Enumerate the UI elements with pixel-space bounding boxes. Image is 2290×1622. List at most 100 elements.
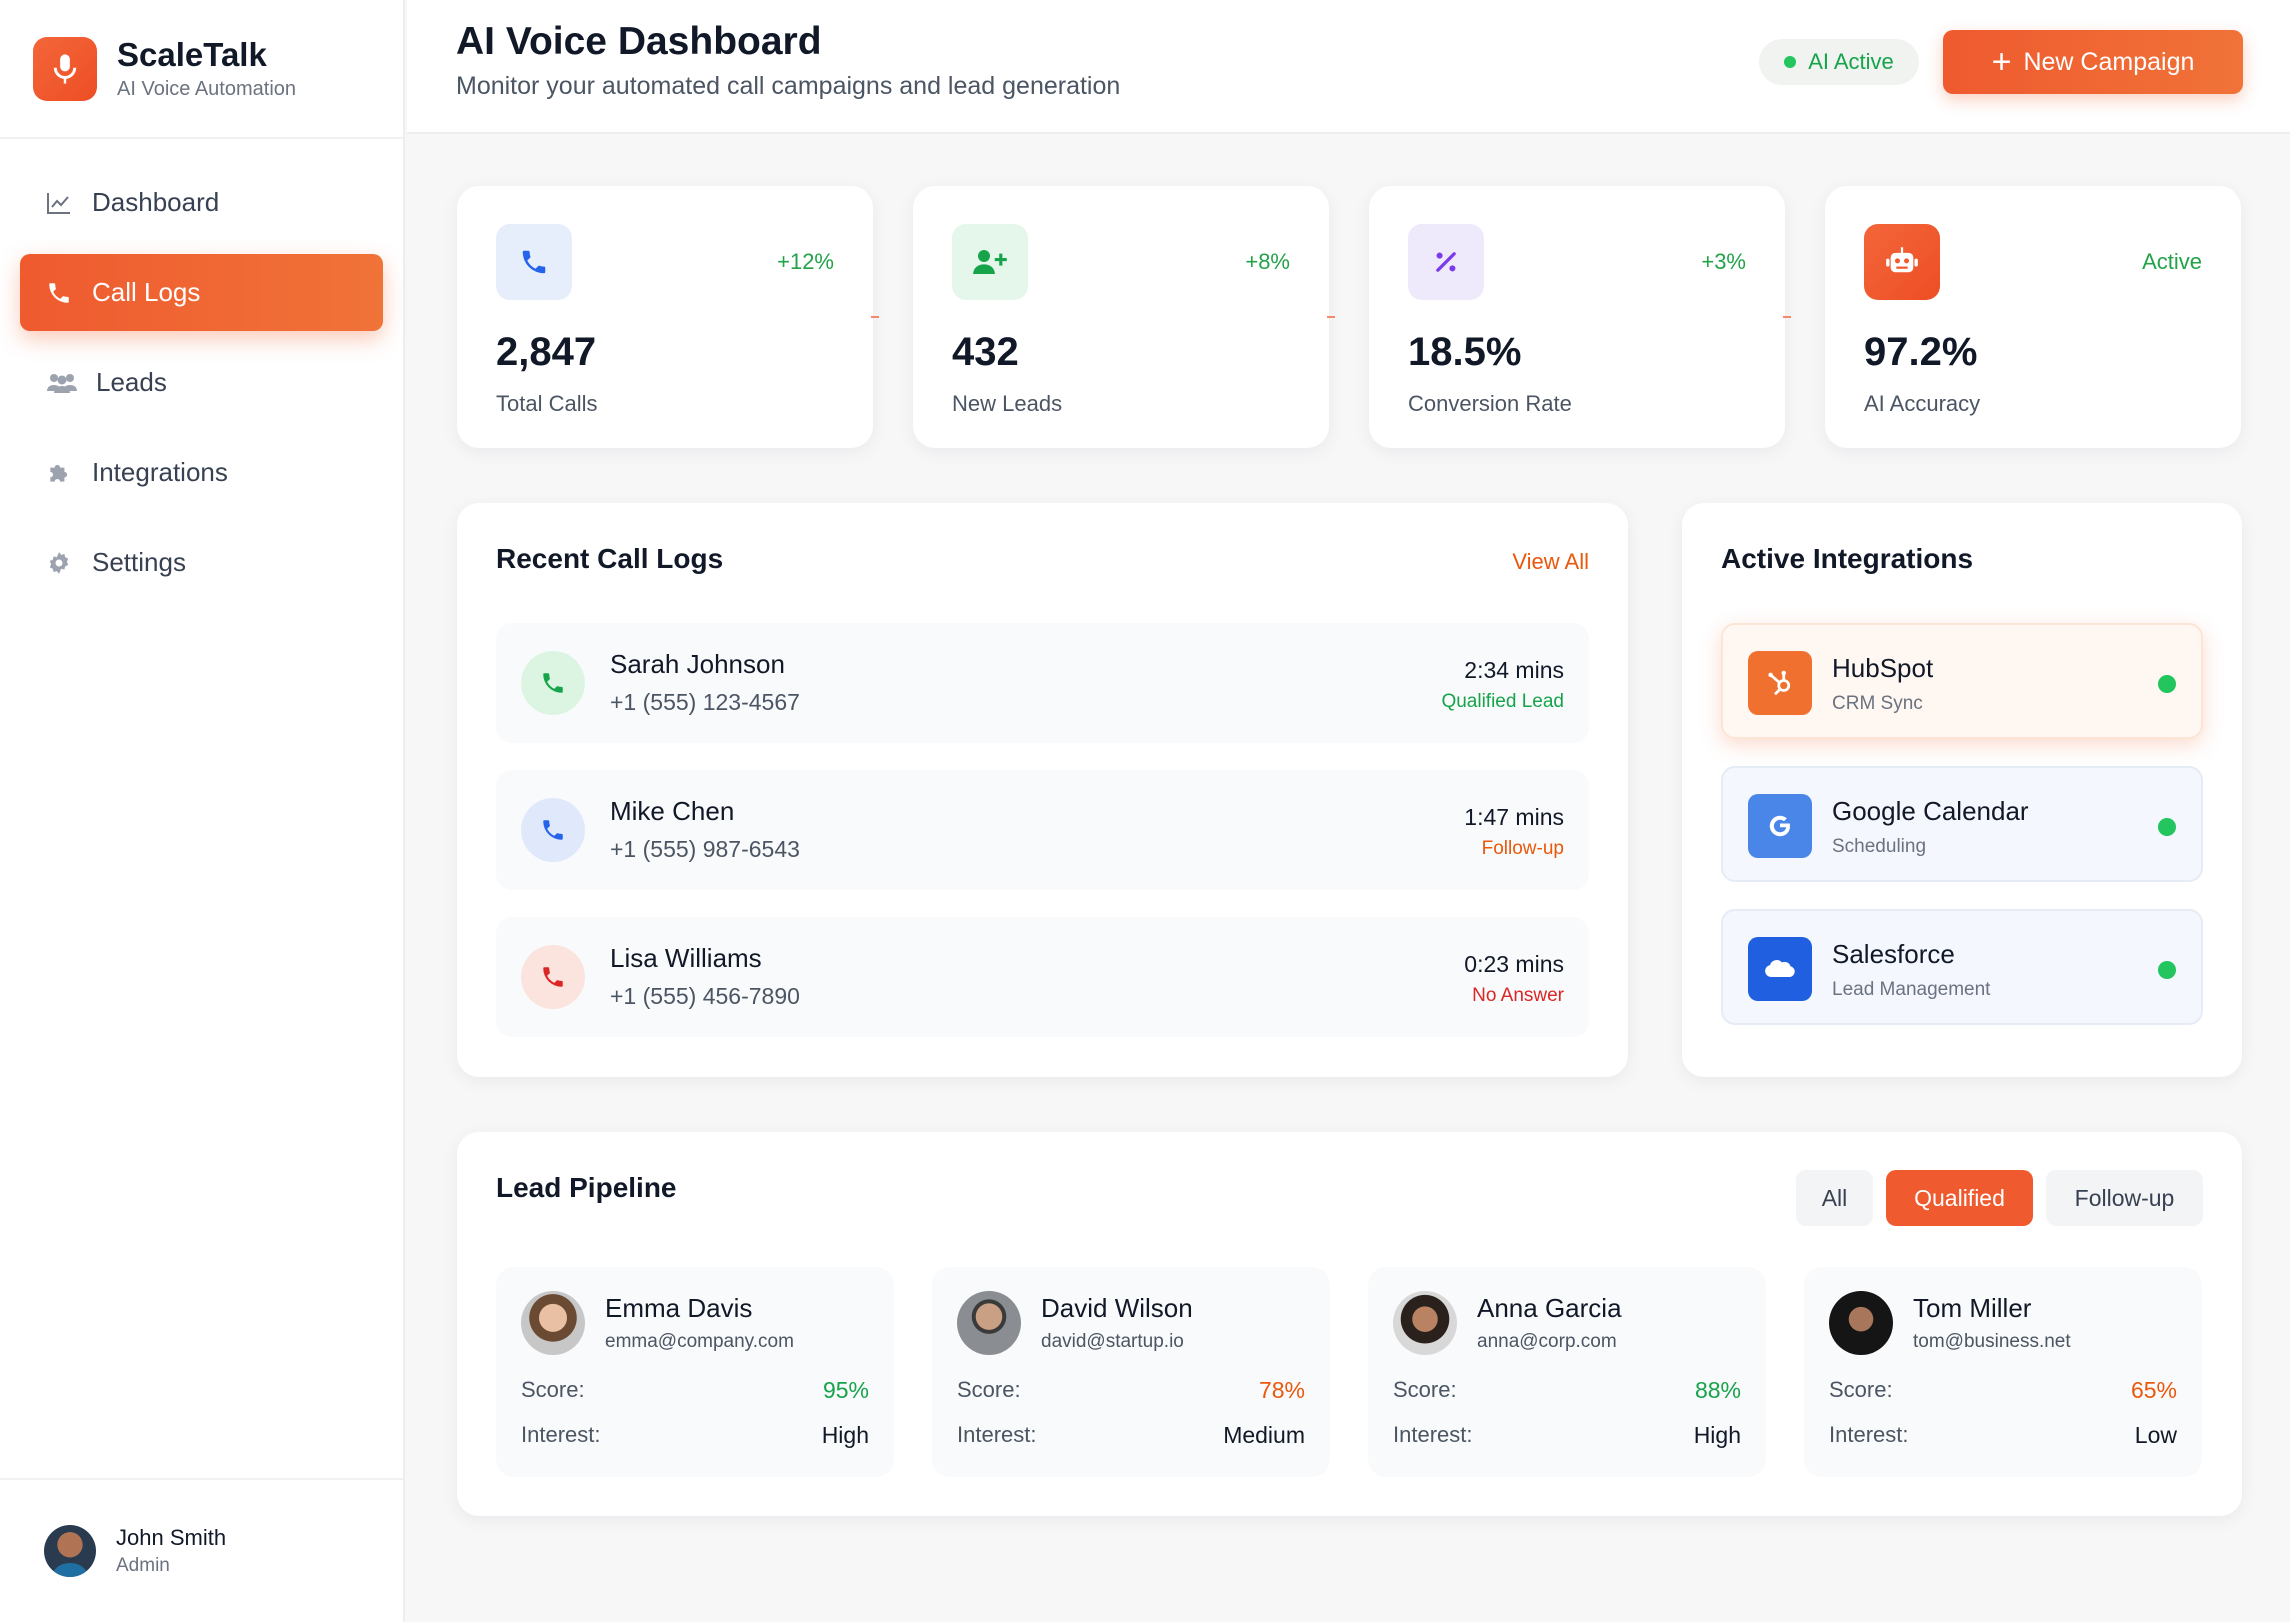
lead-name: David Wilson	[1041, 1293, 1193, 1323]
sidebar-item-integrations[interactable]: Integrations	[20, 434, 383, 511]
recent-call-logs-panel: Recent Call Logs View All Sarah Johnson …	[457, 503, 1628, 1077]
filter-follow-up[interactable]: Follow-up	[2046, 1170, 2203, 1226]
brand-subtitle: AI Voice Automation	[117, 78, 297, 100]
score-label: Score:	[521, 1377, 585, 1402]
avatar	[1829, 1291, 1893, 1355]
interest-label: Interest:	[1829, 1422, 1909, 1447]
integration-description: Scheduling	[1832, 836, 1927, 857]
lead-card[interactable]: Tom Miller tom@business.net Score: 65% I…	[1804, 1267, 2202, 1477]
stat-value: 2,847	[496, 330, 597, 374]
stat-change: +3%	[1701, 249, 1746, 274]
new-campaign-button[interactable]: + New Campaign	[1943, 30, 2243, 94]
call-status: No Answer	[1472, 985, 1564, 1006]
lead-email: emma@company.com	[605, 1331, 794, 1352]
integration-google-calendar[interactable]: Google Calendar Scheduling	[1721, 766, 2203, 882]
phone-icon	[44, 278, 74, 308]
caller-phone: +1 (555) 456-7890	[610, 983, 800, 1009]
divider	[871, 316, 879, 318]
filter-qualified[interactable]: Qualified	[1886, 1170, 2033, 1226]
phone-icon	[496, 224, 572, 300]
integration-description: Lead Management	[1832, 979, 1991, 1000]
section-title: Lead Pipeline	[496, 1172, 677, 1203]
lead-score: 78%	[1258, 1377, 1305, 1403]
plus-icon: +	[1991, 43, 2012, 81]
robot-icon	[1864, 224, 1940, 300]
avatar	[44, 1525, 96, 1577]
section-title: Active Integrations	[1721, 543, 1974, 574]
sidebar-item-label: Dashboard	[92, 187, 220, 217]
lead-score: 95%	[822, 1377, 869, 1403]
filter-all[interactable]: All	[1796, 1170, 1873, 1226]
page-subtitle: Monitor your automated call campaigns an…	[456, 72, 1121, 100]
integration-name: Google Calendar	[1832, 796, 2029, 826]
pipeline-filters: All Qualified Follow-up	[1783, 1170, 2203, 1226]
call-log-row[interactable]: Mike Chen +1 (555) 987-6543 1:47 mins Fo…	[496, 770, 1589, 890]
caller-name: Sarah Johnson	[610, 649, 785, 679]
hubspot-icon	[1748, 651, 1812, 715]
salesforce-icon	[1748, 937, 1812, 1001]
sidebar-item-label: Integrations	[92, 457, 228, 487]
stat-value: 18.5%	[1408, 330, 1522, 374]
puzzle-icon	[44, 458, 74, 488]
user-profile[interactable]: John Smith Admin	[0, 1478, 403, 1622]
lead-email: anna@corp.com	[1477, 1331, 1617, 1352]
lead-card[interactable]: Emma Davis emma@company.com Score: 95% I…	[496, 1267, 894, 1477]
call-log-row[interactable]: Sarah Johnson +1 (555) 123-4567 2:34 min…	[496, 623, 1589, 743]
view-all-link[interactable]: View All	[1512, 549, 1589, 575]
microphone-icon	[33, 36, 97, 101]
call-status: Follow-up	[1481, 838, 1564, 859]
status-dot-icon	[1784, 56, 1797, 68]
integration-description: CRM Sync	[1832, 693, 1923, 714]
sidebar-item-call-logs[interactable]: Call Logs	[20, 254, 383, 331]
section-title: Recent Call Logs	[496, 543, 724, 574]
stat-change: Active	[2142, 249, 2202, 274]
lead-score: 65%	[2130, 1377, 2177, 1403]
stat-value: 432	[952, 330, 1019, 374]
connected-dot-icon	[2158, 818, 2176, 836]
user-plus-icon	[952, 224, 1028, 300]
sidebar-item-label: Call Logs	[92, 277, 201, 307]
caller-phone: +1 (555) 123-4567	[610, 689, 800, 715]
sidebar-item-settings[interactable]: Settings	[20, 524, 383, 601]
users-icon	[44, 368, 80, 398]
brand: ScaleTalk AI Voice Automation	[0, 0, 403, 139]
brand-name: ScaleTalk	[117, 36, 267, 73]
lead-email: david@startup.io	[1041, 1331, 1184, 1352]
page-title: AI Voice Dashboard	[456, 20, 822, 63]
divider	[1783, 316, 1791, 318]
sidebar-nav: Dashboard Call Logs Leads Integrations S…	[0, 139, 403, 601]
stat-card-ai-accuracy: Active 97.2% AI Accuracy	[1825, 186, 2241, 448]
sidebar-item-leads[interactable]: Leads	[20, 344, 383, 421]
lead-name: Tom Miller	[1913, 1293, 2032, 1323]
lead-name: Anna Garcia	[1477, 1293, 1622, 1323]
sidebar-item-dashboard[interactable]: Dashboard	[20, 164, 383, 241]
integration-name: Salesforce	[1832, 939, 1955, 969]
status-label: AI Active	[1808, 49, 1894, 74]
lead-card[interactable]: Anna Garcia anna@corp.com Score: 88% Int…	[1368, 1267, 1766, 1477]
caller-phone: +1 (555) 987-6543	[610, 836, 800, 862]
stat-label: AI Accuracy	[1864, 391, 1981, 416]
integration-salesforce[interactable]: Salesforce Lead Management	[1721, 909, 2203, 1025]
avatar	[521, 1291, 585, 1355]
lead-name: Emma Davis	[605, 1293, 753, 1323]
phone-icon	[521, 651, 585, 715]
score-label: Score:	[1829, 1377, 1893, 1402]
lead-interest: Medium	[1223, 1422, 1305, 1448]
call-log-row[interactable]: Lisa Williams +1 (555) 456-7890 0:23 min…	[496, 917, 1589, 1037]
divider	[1327, 316, 1335, 318]
stat-change: +8%	[1245, 249, 1290, 274]
integration-hubspot[interactable]: HubSpot CRM Sync	[1721, 623, 2203, 739]
lead-interest: High	[821, 1422, 869, 1448]
lead-card[interactable]: David Wilson david@startup.io Score: 78%…	[932, 1267, 1330, 1477]
stat-value: 97.2%	[1864, 330, 1978, 374]
sidebar: ScaleTalk AI Voice Automation Dashboard …	[0, 0, 405, 1622]
active-integrations-panel: Active Integrations HubSpot CRM Sync Goo…	[1682, 503, 2242, 1077]
call-duration: 1:47 mins	[1464, 804, 1564, 830]
interest-label: Interest:	[1393, 1422, 1473, 1447]
call-status: Qualified Lead	[1441, 691, 1564, 712]
avatar	[1393, 1291, 1457, 1355]
percent-icon	[1408, 224, 1484, 300]
lead-score: 88%	[1694, 1377, 1741, 1403]
stat-card-total-calls: +12% 2,847 Total Calls	[457, 186, 879, 448]
sidebar-item-label: Leads	[96, 367, 167, 397]
